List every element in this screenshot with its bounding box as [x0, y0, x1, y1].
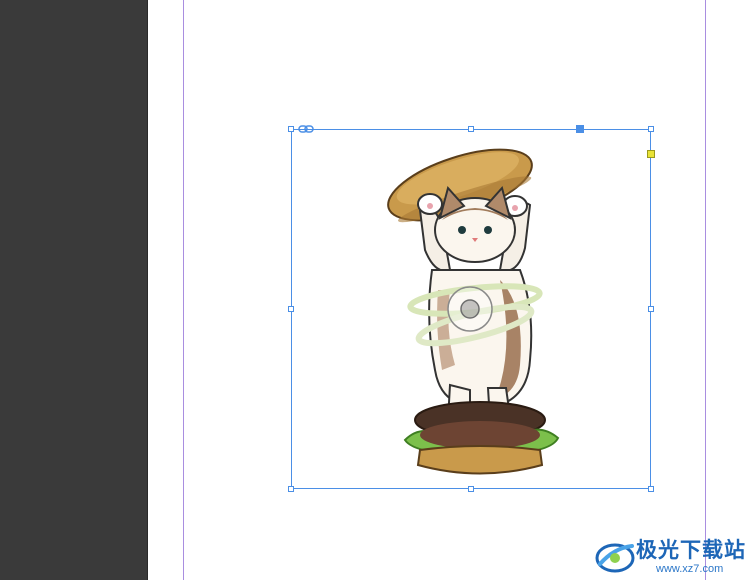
- handle-middle-right[interactable]: [648, 306, 654, 312]
- handle-bottom-left[interactable]: [288, 486, 294, 492]
- handle-middle-left[interactable]: [288, 306, 294, 312]
- corner-option-icon[interactable]: [647, 150, 655, 158]
- watermark-title: 极光下载站: [636, 537, 746, 562]
- watermark-logo-icon: [595, 543, 635, 573]
- handle-bottom-right[interactable]: [648, 486, 654, 492]
- pasteboard[interactable]: [0, 0, 148, 580]
- watermark: 极光下载站 www.xz7.com: [594, 538, 746, 576]
- watermark-url: www.xz7.com: [656, 562, 724, 575]
- right-margin-guide[interactable]: [705, 0, 706, 580]
- content-grabber-icon[interactable]: [446, 285, 494, 333]
- handle-bottom-center[interactable]: [468, 486, 474, 492]
- link-icon[interactable]: [298, 125, 314, 133]
- handle-top-left[interactable]: [288, 126, 294, 132]
- left-margin-guide[interactable]: [183, 0, 184, 580]
- handle-top-right[interactable]: [648, 126, 654, 132]
- reference-point-icon[interactable]: [576, 125, 584, 133]
- handle-top-center[interactable]: [468, 126, 474, 132]
